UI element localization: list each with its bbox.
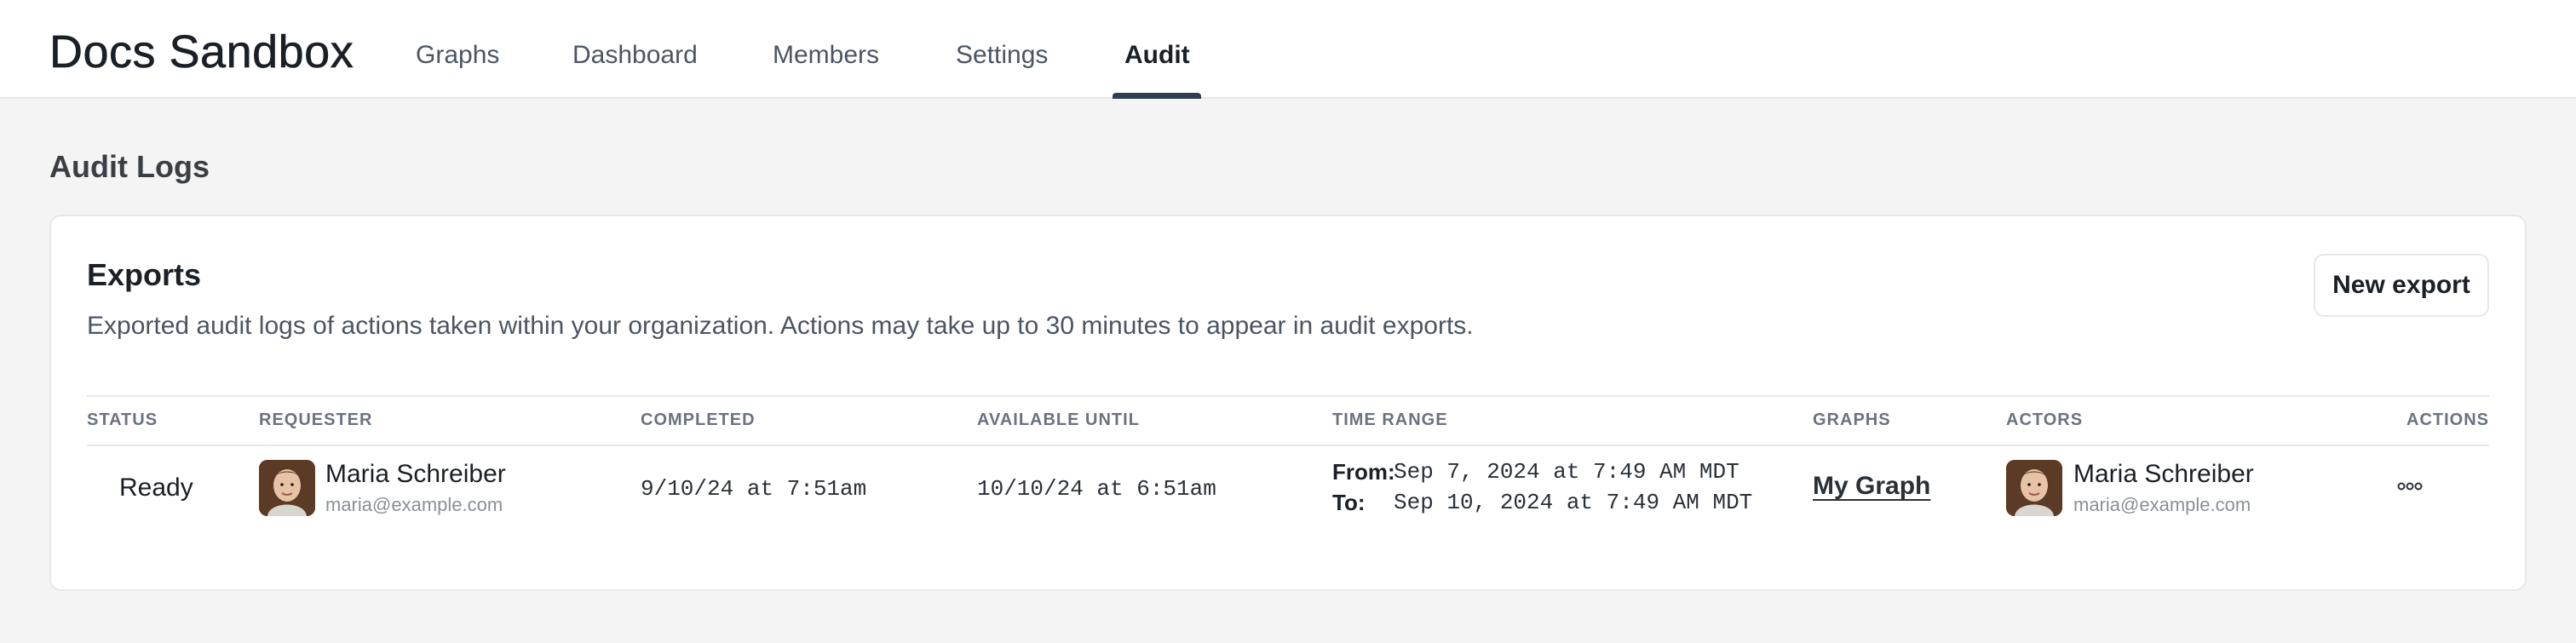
time-range-from-label: From: <box>1332 459 1395 485</box>
column-header-completed: COMPLETED <box>641 410 756 429</box>
status-badge: Ready <box>119 474 193 502</box>
table-divider <box>87 445 2489 446</box>
column-header-actions: ACTIONS <box>2406 410 2489 429</box>
time-range-from: Sep 7, 2024 at 7:49 AM MDT <box>1394 459 1739 485</box>
tab-audit[interactable]: Audit <box>1124 41 1190 70</box>
available-until-date: 10/10/24 at 6:51am <box>977 476 1216 502</box>
column-header-requester: REQUESTER <box>259 410 373 429</box>
time-range-to: Sep 10, 2024 at 7:49 AM MDT <box>1394 490 1753 515</box>
time-range-to-label: To: <box>1332 490 1366 515</box>
graph-link[interactable]: My Graph <box>1813 472 1930 501</box>
actor-name: Maria Schreiber <box>2073 460 2254 488</box>
avatar <box>2006 460 2062 516</box>
avatar-photo-icon <box>259 460 315 516</box>
avatar <box>259 460 315 516</box>
exports-title: Exports <box>87 257 202 292</box>
page-title: Audit Logs <box>49 149 210 184</box>
active-tab-indicator <box>1113 93 1201 99</box>
completed-date: 9/10/24 at 7:51am <box>641 476 867 502</box>
column-header-graphs: GRAPHS <box>1813 410 1891 429</box>
tab-settings[interactable]: Settings <box>956 41 1048 70</box>
requester-name: Maria Schreiber <box>325 460 506 488</box>
avatar-photo-icon <box>2006 460 2062 516</box>
actor-email: maria@example.com <box>2073 494 2251 515</box>
requester-email: maria@example.com <box>325 494 503 515</box>
tab-members[interactable]: Members <box>773 41 879 70</box>
new-export-button[interactable]: New export <box>2314 254 2489 317</box>
column-header-status: STATUS <box>87 410 158 429</box>
tab-graphs[interactable]: Graphs <box>416 41 499 70</box>
top-navigation-bar: Docs Sandbox Graphs Dashboard Members Se… <box>0 0 2576 99</box>
column-header-available-until: AVAILABLE UNTIL <box>977 410 1140 429</box>
table-divider <box>87 395 2489 397</box>
tab-dashboard[interactable]: Dashboard <box>572 41 698 70</box>
exports-description: Exported audit logs of actions taken wit… <box>87 312 1474 340</box>
org-name: Docs Sandbox <box>49 26 354 78</box>
more-horizontal-icon[interactable] <box>2397 474 2423 498</box>
exports-card: Exports Exported audit logs of actions t… <box>49 215 2527 591</box>
column-header-actors: ACTORS <box>2006 410 2084 429</box>
column-header-time-range: TIME RANGE <box>1332 410 1448 429</box>
